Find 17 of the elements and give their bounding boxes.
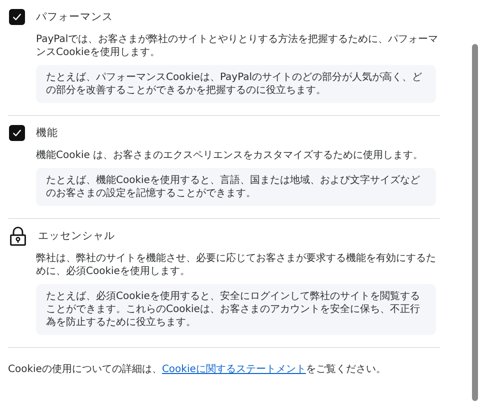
- checkmark-icon: [11, 11, 23, 23]
- section-title: パフォーマンス: [36, 10, 113, 24]
- checkmark-icon: [11, 127, 23, 139]
- checkbox[interactable]: [9, 9, 25, 25]
- cookie-statement-link[interactable]: Cookieに関するステートメント: [162, 364, 306, 375]
- section-description: 機能Cookie は、お客さまのエクスペリエンスをカスタマイズするために使用します。: [36, 149, 424, 162]
- example-note: たとえば、機能Cookieを使用すると、言語、国または地域、および文字サイズなどのお客さまの設定を記憶することができます。: [36, 168, 436, 206]
- lock-icon: [9, 226, 27, 246]
- section-title: 機能: [36, 126, 58, 140]
- section-description: PayPalでは、お客さまが弊社のサイトとやりとりする方法を把握するために、パフォーマンスCookieを使用します。: [36, 33, 440, 59]
- example-note: たとえば、パフォーマンスCookieは、PayPalのサイトのどの部分が人気が高く、どの部分を改善することができるかを把握するのに役立ちます。: [36, 65, 436, 103]
- checkbox[interactable]: [9, 125, 25, 141]
- scrollbar[interactable]: [472, 44, 478, 401]
- section-description: 弊社は、弊社のサイトを機能させ、必要に応じてお客さまが要求する機能を有効にするために、必須Cookieを使用します。: [36, 252, 437, 278]
- footer-note: Cookieの使用についての詳細は、Cookieに関するステートメント をご覧ください。: [8, 362, 387, 376]
- section-title: エッセンシャル: [38, 229, 115, 243]
- example-note: たとえば、必須Cookieを使用すると、安全にログインして弊社のサイトを閲覧することができます。これらのCookieは、お客さまのアカウントを安全に保ち、不正行為を防止するために役立ちます。: [36, 284, 436, 335]
